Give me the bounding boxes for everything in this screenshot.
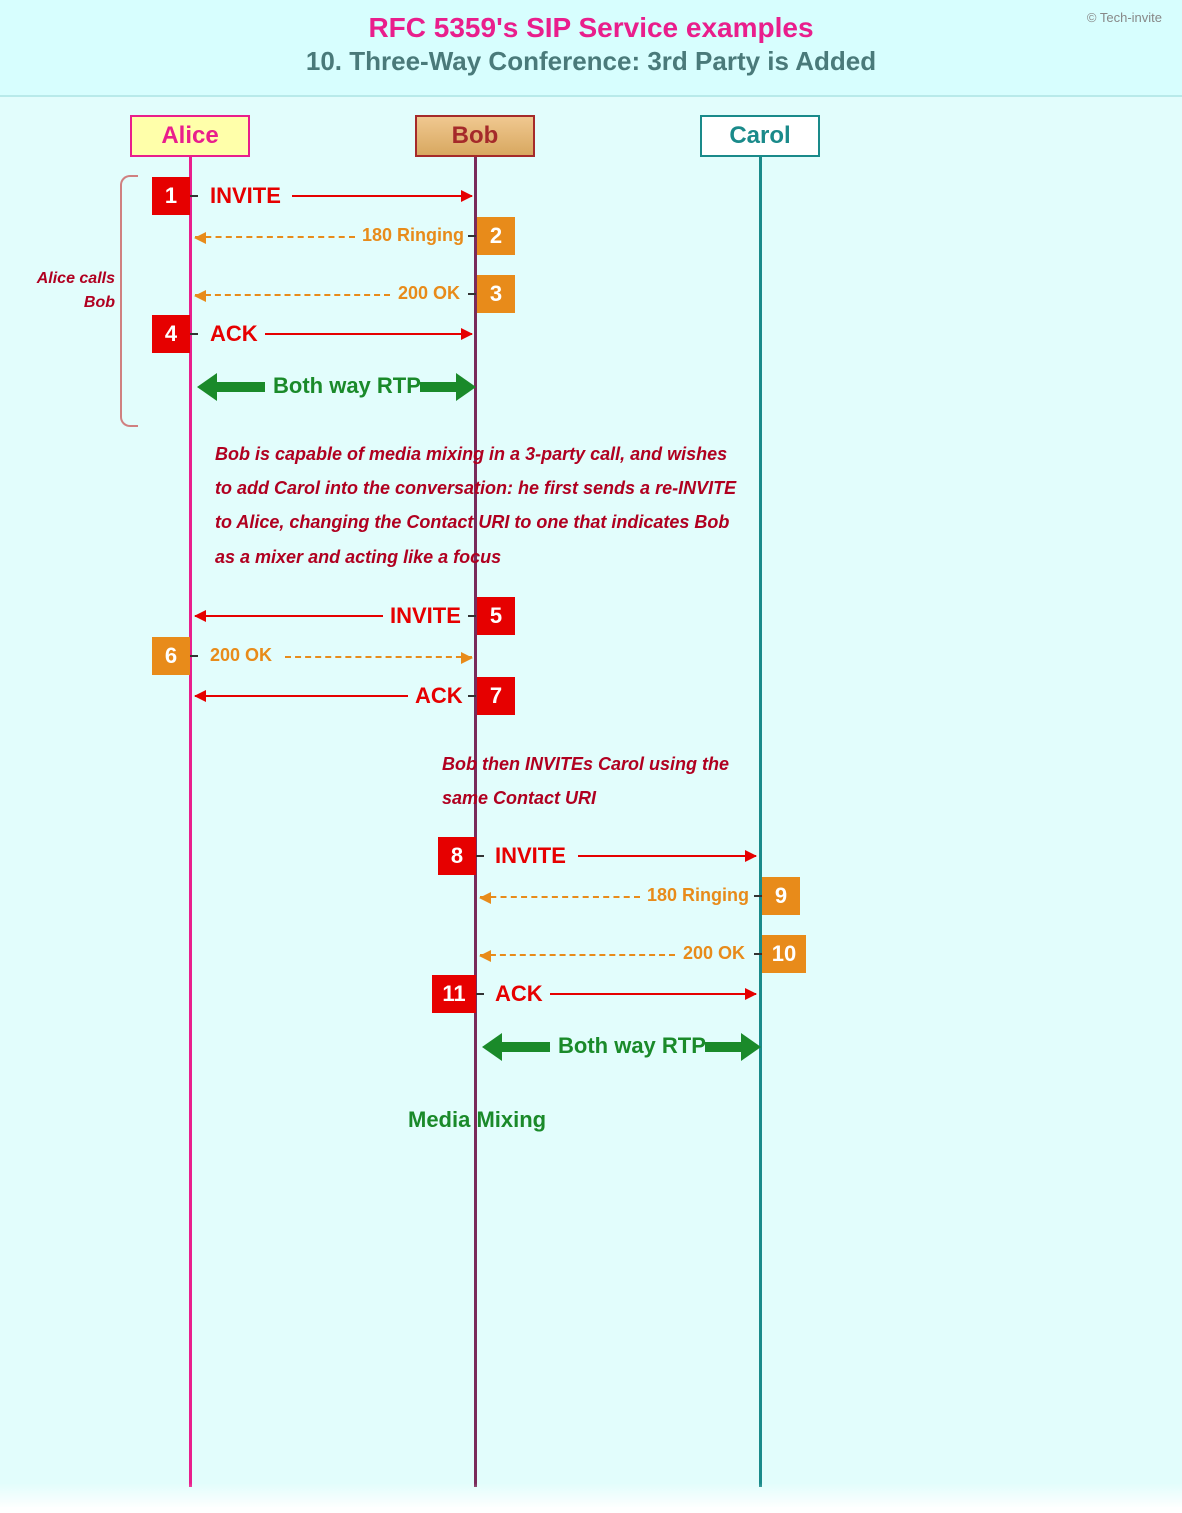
msg-invite-8: INVITE [495,843,566,869]
rtp-label-2: Both way RTP [558,1033,706,1059]
step-2: 2 [477,217,515,255]
msg-200ok-6: 200 OK [210,645,272,666]
msg-ack-11: ACK [495,981,543,1007]
lifeline-carol [759,157,762,1487]
arrow-4 [265,333,472,335]
actor-bob: Bob [415,115,535,157]
brace-alice-calls-bob [120,175,138,427]
rtp-label-1: Both way RTP [273,373,421,399]
step-8: 8 [438,837,476,875]
rtp-bar-2-right [705,1042,743,1052]
msg-invite-5: INVITE [390,603,461,629]
diagram-canvas: Alice Bob Carol Alice calls Bob 1 INVITE… [0,97,1182,1507]
copyright: © Tech-invite [1087,10,1162,25]
arrow-5 [195,615,383,617]
rtp-bar-1-left [215,382,265,392]
step-9: 9 [762,877,800,915]
msg-200ok-10: 200 OK [683,943,745,964]
step-3: 3 [477,275,515,313]
msg-invite-1: INVITE [210,183,281,209]
rtp-bar-1-right [420,382,458,392]
step-1: 1 [152,177,190,215]
media-mixing-label: Media Mixing [408,1107,546,1133]
arrow-3 [195,294,390,296]
msg-200ok-3: 200 OK [398,283,460,304]
arrow-9 [480,896,640,898]
arrow-6 [285,656,472,658]
arrow-2 [195,236,355,238]
title-sub: 10. Three-Way Conference: 3rd Party is A… [20,46,1162,77]
step-6: 6 [152,637,190,675]
rtp-bar-2-left [500,1042,550,1052]
arrow-10 [480,954,675,956]
msg-ringing-2: 180 Ringing [362,225,464,246]
msg-ack-7: ACK [415,683,463,709]
step-11: 11 [432,975,476,1013]
note-alice-calls-bob: Alice calls Bob [15,267,115,315]
lifeline-alice [189,157,192,1487]
bottom-fade [0,1483,1182,1509]
actor-alice: Alice [130,115,250,157]
note-reinvite: Bob is capable of media mixing in a 3-pa… [215,437,745,574]
arrow-1 [292,195,472,197]
arrow-11 [550,993,756,995]
step-7: 7 [477,677,515,715]
lifeline-bob [474,157,477,1487]
msg-ringing-9: 180 Ringing [647,885,749,906]
header: © Tech-invite RFC 5359's SIP Service exa… [0,0,1182,97]
arrow-8 [578,855,756,857]
step-10: 10 [762,935,806,973]
step-5: 5 [477,597,515,635]
arrow-7 [195,695,408,697]
msg-ack-4: ACK [210,321,258,347]
step-4: 4 [152,315,190,353]
note-invite-carol: Bob then INVITEs Carol using the same Co… [442,747,752,815]
title-main: RFC 5359's SIP Service examples [20,12,1162,44]
actor-carol: Carol [700,115,820,157]
